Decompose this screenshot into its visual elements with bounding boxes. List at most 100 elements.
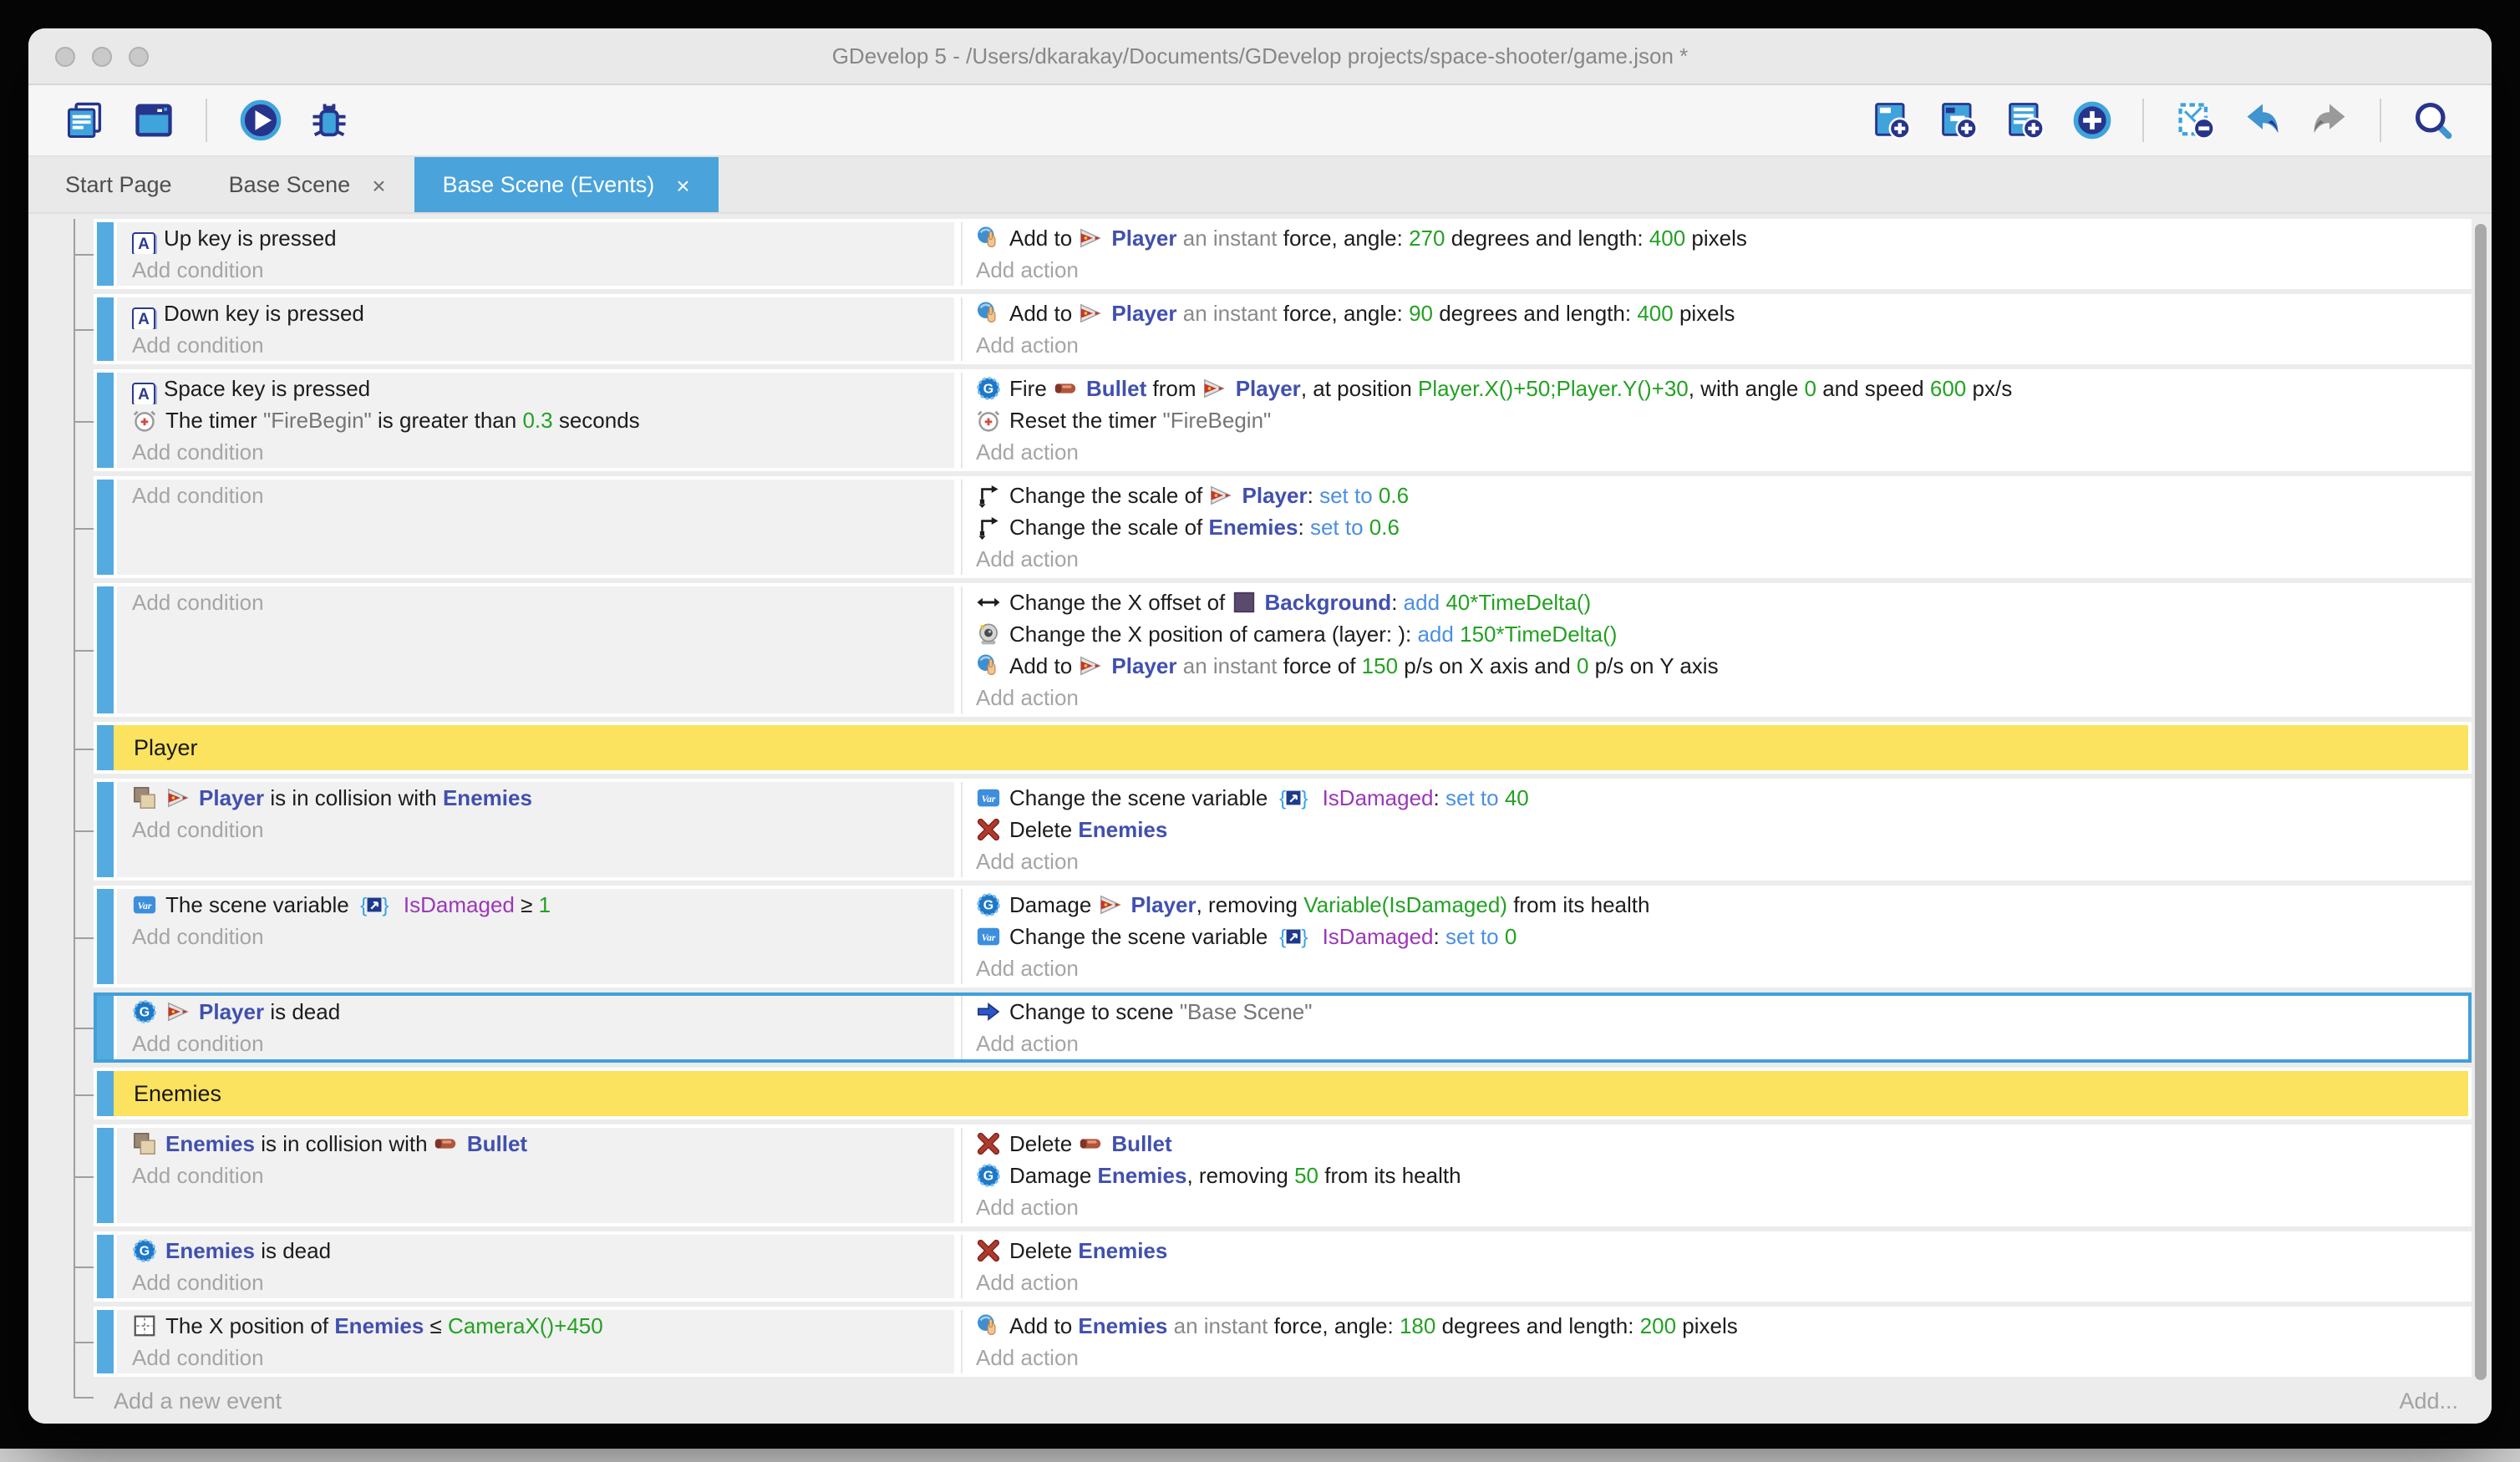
conditions-cell[interactable]: ASpace key is pressedThe timer "FireBegi… [117, 373, 954, 468]
condition-line[interactable]: GEnemies is dead [132, 1235, 954, 1267]
add-action-button[interactable]: Add action [976, 254, 2468, 286]
condition-line[interactable]: The timer "FireBegin" is greater than 0.… [132, 404, 954, 436]
search-button[interactable] [2410, 98, 2455, 143]
tab-start-page[interactable]: Start Page [37, 157, 201, 212]
condition-line[interactable]: GPlayer is dead [132, 996, 954, 1028]
add-action-button[interactable]: Add action [976, 436, 2468, 468]
fullscreen-button[interactable] [129, 46, 149, 66]
scene-window-button[interactable] [130, 98, 175, 143]
add-action-button[interactable]: Add action [976, 845, 2468, 877]
close-button[interactable] [55, 46, 75, 66]
add-action-button[interactable]: Add action [976, 543, 2468, 575]
add-condition-button[interactable]: Add condition [132, 1267, 954, 1298]
condition-line[interactable]: AUp key is pressed [132, 222, 954, 254]
actions-cell[interactable]: Change to scene "Base Scene"Add action [963, 996, 2468, 1059]
add-more-button[interactable]: Add... [2399, 1388, 2458, 1413]
event-handle[interactable] [97, 996, 114, 1059]
close-tab-icon[interactable]: × [372, 173, 385, 196]
event-row[interactable]: ADown key is pressedAdd condition Add to … [94, 294, 2472, 364]
tab-base-scene[interactable]: Base Scene× [201, 157, 414, 212]
action-line[interactable]: Delete Bullet [976, 1128, 2468, 1160]
event-row[interactable]: Enemies is in collision with BulletAdd c… [94, 1124, 2472, 1226]
conditions-cell[interactable]: Player is in collision with EnemiesAdd c… [117, 782, 954, 877]
action-line[interactable]: Add to Enemies an instant force, angle: … [976, 1310, 2468, 1342]
conditions-cell[interactable]: GEnemies is deadAdd condition [117, 1235, 954, 1298]
action-line[interactable]: Change to scene "Base Scene" [976, 996, 2468, 1028]
add-comment-button[interactable] [2002, 98, 2047, 143]
action-line[interactable]: Change the scale of Enemies: set to 0.6 [976, 511, 2468, 543]
tab-base-scene-events[interactable]: Base Scene (Events)× [414, 157, 719, 212]
event-row[interactable]: The X position of Enemies ≤ CameraX()+45… [94, 1307, 2472, 1377]
conditions-cell[interactable]: Enemies is in collision with BulletAdd c… [117, 1128, 954, 1223]
event-handle[interactable] [97, 297, 114, 361]
add-action-button[interactable]: Add action [976, 1342, 2468, 1373]
event-handle[interactable] [97, 480, 114, 575]
event-handle[interactable] [97, 1235, 114, 1298]
action-line[interactable]: Add to Player an instant force of 150 p/… [976, 650, 2468, 682]
condition-line[interactable]: The X position of Enemies ≤ CameraX()+45… [132, 1310, 954, 1342]
event-row[interactable]: Add condition Change the scale of Player:… [94, 476, 2472, 578]
redo-button[interactable] [2306, 98, 2351, 143]
conditions-cell[interactable]: VarThe scene variable {}IsDamaged ≥ 1Add… [117, 889, 954, 984]
add-condition-button[interactable]: Add condition [132, 921, 954, 952]
action-line[interactable]: Delete Enemies [976, 1235, 2468, 1267]
event-row[interactable]: Add condition Change the X offset of Back… [94, 583, 2472, 717]
add-more-button[interactable] [2069, 98, 2114, 143]
play-button[interactable] [237, 98, 282, 143]
add-condition-button[interactable]: Add condition [132, 1342, 954, 1373]
action-line[interactable]: Change the X offset of Background: add 4… [976, 586, 2468, 618]
add-action-button[interactable]: Add action [976, 952, 2468, 984]
conditions-cell[interactable]: Add condition [117, 586, 954, 713]
event-handle[interactable] [97, 373, 114, 468]
debug-button[interactable] [306, 98, 351, 143]
action-line[interactable]: Delete Enemies [976, 814, 2468, 845]
actions-cell[interactable]: Change the scale of Player: set to 0.6Ch… [963, 480, 2468, 575]
event-row[interactable]: Player is in collision with EnemiesAdd c… [94, 779, 2472, 881]
undo-button[interactable] [2239, 98, 2284, 143]
actions-cell[interactable]: Delete BulletGDamage Enemies, removing 5… [963, 1128, 2468, 1223]
condition-line[interactable]: VarThe scene variable {}IsDamaged ≥ 1 [132, 889, 954, 921]
event-row-selected[interactable]: GPlayer is deadAdd conditionChange to sc… [94, 992, 2472, 1063]
add-event-button[interactable] [1868, 98, 1913, 143]
action-line[interactable]: VarChange the scene variable {}IsDamaged… [976, 782, 2468, 814]
vertical-scrollbar-thumb[interactable] [2475, 224, 2487, 1380]
action-line[interactable]: GDamage Enemies, removing 50 from its he… [976, 1160, 2468, 1191]
group-event-enemies[interactable]: Enemies [94, 1068, 2472, 1119]
action-line[interactable]: Add to Player an instant force, angle: 9… [976, 297, 2468, 329]
event-row[interactable]: AUp key is pressedAdd condition Add to Pl… [94, 219, 2472, 289]
condition-line[interactable]: ASpace key is pressed [132, 373, 954, 404]
add-action-button[interactable]: Add action [976, 1267, 2468, 1298]
add-action-button[interactable]: Add action [976, 1028, 2468, 1059]
actions-cell[interactable]: GFire Bullet from Player, at position Pl… [963, 373, 2468, 468]
actions-cell[interactable]: VarChange the scene variable {}IsDamaged… [963, 782, 2468, 877]
actions-cell[interactable]: GDamage Player, removing Variable(IsDama… [963, 889, 2468, 984]
actions-cell[interactable]: Change the X offset of Background: add 4… [963, 586, 2468, 713]
add-condition-button[interactable]: Add condition [132, 1028, 954, 1059]
event-handle[interactable] [97, 889, 114, 984]
condition-line[interactable]: Enemies is in collision with Bullet [132, 1128, 954, 1160]
event-handle[interactable] [97, 1071, 114, 1116]
conditions-cell[interactable]: ADown key is pressedAdd condition [117, 297, 954, 361]
add-condition-button[interactable]: Add condition [132, 1160, 954, 1191]
actions-cell[interactable]: Add to Player an instant force, angle: 9… [963, 297, 2468, 361]
conditions-cell[interactable]: AUp key is pressedAdd condition [117, 222, 954, 286]
event-handle[interactable] [97, 1310, 114, 1373]
conditions-cell[interactable]: The X position of Enemies ≤ CameraX()+45… [117, 1310, 954, 1373]
add-condition-button[interactable]: Add condition [132, 480, 954, 511]
action-line[interactable]: Add to Player an instant force, angle: 2… [976, 222, 2468, 254]
add-action-button[interactable]: Add action [976, 329, 2468, 361]
event-handle[interactable] [97, 586, 114, 713]
group-event-player[interactable]: Player [94, 722, 2472, 774]
conditions-cell[interactable]: GPlayer is deadAdd condition [117, 996, 954, 1059]
action-line[interactable]: VarChange the scene variable {}IsDamaged… [976, 921, 2468, 952]
add-condition-button[interactable]: Add condition [132, 254, 954, 286]
add-condition-button[interactable]: Add condition [132, 586, 954, 618]
add-action-button[interactable]: Add action [976, 1191, 2468, 1223]
action-line[interactable]: GDamage Player, removing Variable(IsDama… [976, 889, 2468, 921]
add-subevent-button[interactable] [1935, 98, 1980, 143]
minimize-button[interactable] [92, 46, 112, 66]
add-condition-button[interactable]: Add condition [132, 436, 954, 468]
event-handle[interactable] [97, 782, 114, 877]
add-new-event-button[interactable]: Add a new event [114, 1388, 282, 1413]
event-row[interactable]: GEnemies is deadAdd condition Delete Enem… [94, 1231, 2472, 1302]
